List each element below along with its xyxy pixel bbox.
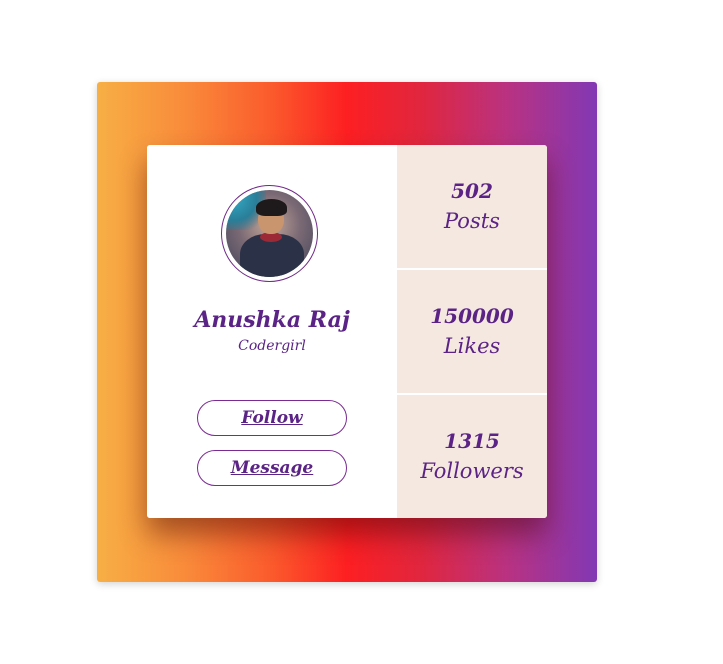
stat-posts-value: 502 bbox=[451, 178, 493, 203]
avatar-hair bbox=[256, 199, 287, 216]
stat-followers-value: 1315 bbox=[444, 428, 500, 453]
stat-posts-label: Posts bbox=[444, 208, 500, 233]
avatar-ring bbox=[221, 185, 318, 282]
profile-card: Anushka Raj Codergirl Follow Message 502… bbox=[147, 145, 547, 518]
stat-posts: 502 Posts bbox=[397, 145, 547, 268]
message-button[interactable]: Message bbox=[197, 450, 347, 486]
profile-panel: Anushka Raj Codergirl Follow Message bbox=[147, 145, 397, 518]
profile-tagline: Codergirl bbox=[238, 338, 306, 354]
stats-panel: 502 Posts 150000 Likes 1315 Followers bbox=[397, 145, 547, 518]
stat-followers-label: Followers bbox=[420, 458, 524, 483]
follow-button[interactable]: Follow bbox=[197, 400, 347, 436]
stat-likes: 150000 Likes bbox=[397, 270, 547, 393]
stat-likes-value: 150000 bbox=[430, 303, 514, 328]
profile-name: Anushka Raj bbox=[194, 307, 350, 333]
avatar bbox=[226, 190, 313, 277]
stat-followers: 1315 Followers bbox=[397, 395, 547, 518]
gradient-frame: Anushka Raj Codergirl Follow Message 502… bbox=[97, 82, 597, 582]
stat-likes-label: Likes bbox=[443, 333, 501, 358]
